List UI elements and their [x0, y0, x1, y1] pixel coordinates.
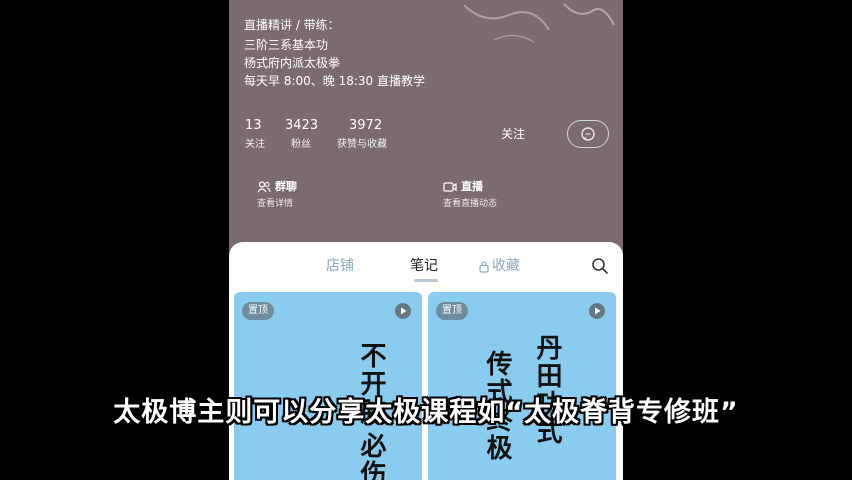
active-tab-indicator — [414, 279, 438, 282]
tab-shop[interactable]: 店铺 — [326, 256, 354, 276]
pinned-badge: 置顶 — [242, 302, 274, 320]
play-icon — [589, 303, 605, 319]
stat-following[interactable]: 13 关注 — [245, 118, 265, 152]
follow-button[interactable]: 关注 — [483, 124, 543, 144]
note-card[interactable]: 置顶 丹田功式 传式终极 — [428, 292, 616, 480]
stat-likes-label: 获赞与收藏 — [337, 139, 387, 150]
stat-following-value: 13 — [245, 118, 262, 133]
tab-favorites[interactable]: 收藏 — [478, 256, 520, 276]
video-subtitle-caption: 太极博主则可以分享太极课程如“太极脊背专修班” — [113, 397, 739, 428]
stat-followers-value: 3423 — [285, 118, 319, 133]
tab-shop-label: 店铺 — [326, 258, 354, 274]
stat-following-label: 关注 — [245, 139, 265, 150]
play-icon — [395, 303, 411, 319]
tab-notes[interactable]: 笔记 — [410, 256, 438, 276]
chat-bubble-icon — [581, 127, 595, 141]
video-camera-icon — [443, 182, 457, 192]
chat-button[interactable] — [567, 120, 609, 148]
bio-line-4: 每天早 8:00、晚 18:30 直播教学 — [244, 74, 425, 88]
pinned-badge: 置顶 — [436, 302, 468, 320]
card-title-column: 必伤 — [356, 432, 386, 480]
note-card[interactable]: 置顶 不开胯 必伤 — [234, 292, 422, 480]
feature-live[interactable]: 直播 查看直播动态 — [443, 180, 497, 210]
search-icon[interactable] — [591, 257, 609, 275]
stat-likes-value: 3972 — [349, 118, 383, 133]
feature-live-subtitle: 查看直播动态 — [443, 199, 498, 209]
stat-followers[interactable]: 3423 粉丝 — [285, 118, 318, 152]
stat-likes[interactable]: 3972 获赞与收藏 — [337, 118, 387, 152]
lock-icon — [479, 260, 489, 273]
bio-line-2: 三阶三系基本功 — [244, 38, 329, 52]
bio-line-1: 直播精讲 / 带练： — [244, 18, 340, 32]
feature-live-title: 直播 — [461, 180, 483, 193]
feature-group-chat-title: 群聊 — [275, 180, 297, 193]
banner-sketch-art — [463, 3, 615, 43]
tab-favorites-label: 收藏 — [492, 258, 520, 274]
tab-notes-label: 笔记 — [410, 258, 438, 274]
stat-followers-label: 粉丝 — [291, 139, 311, 150]
group-icon — [257, 181, 271, 193]
feature-group-chat-subtitle: 查看详情 — [257, 199, 294, 209]
bio-line-3: 杨式府内派太极拳 — [244, 56, 341, 70]
feature-group-chat[interactable]: 群聊 查看详情 — [257, 180, 297, 210]
